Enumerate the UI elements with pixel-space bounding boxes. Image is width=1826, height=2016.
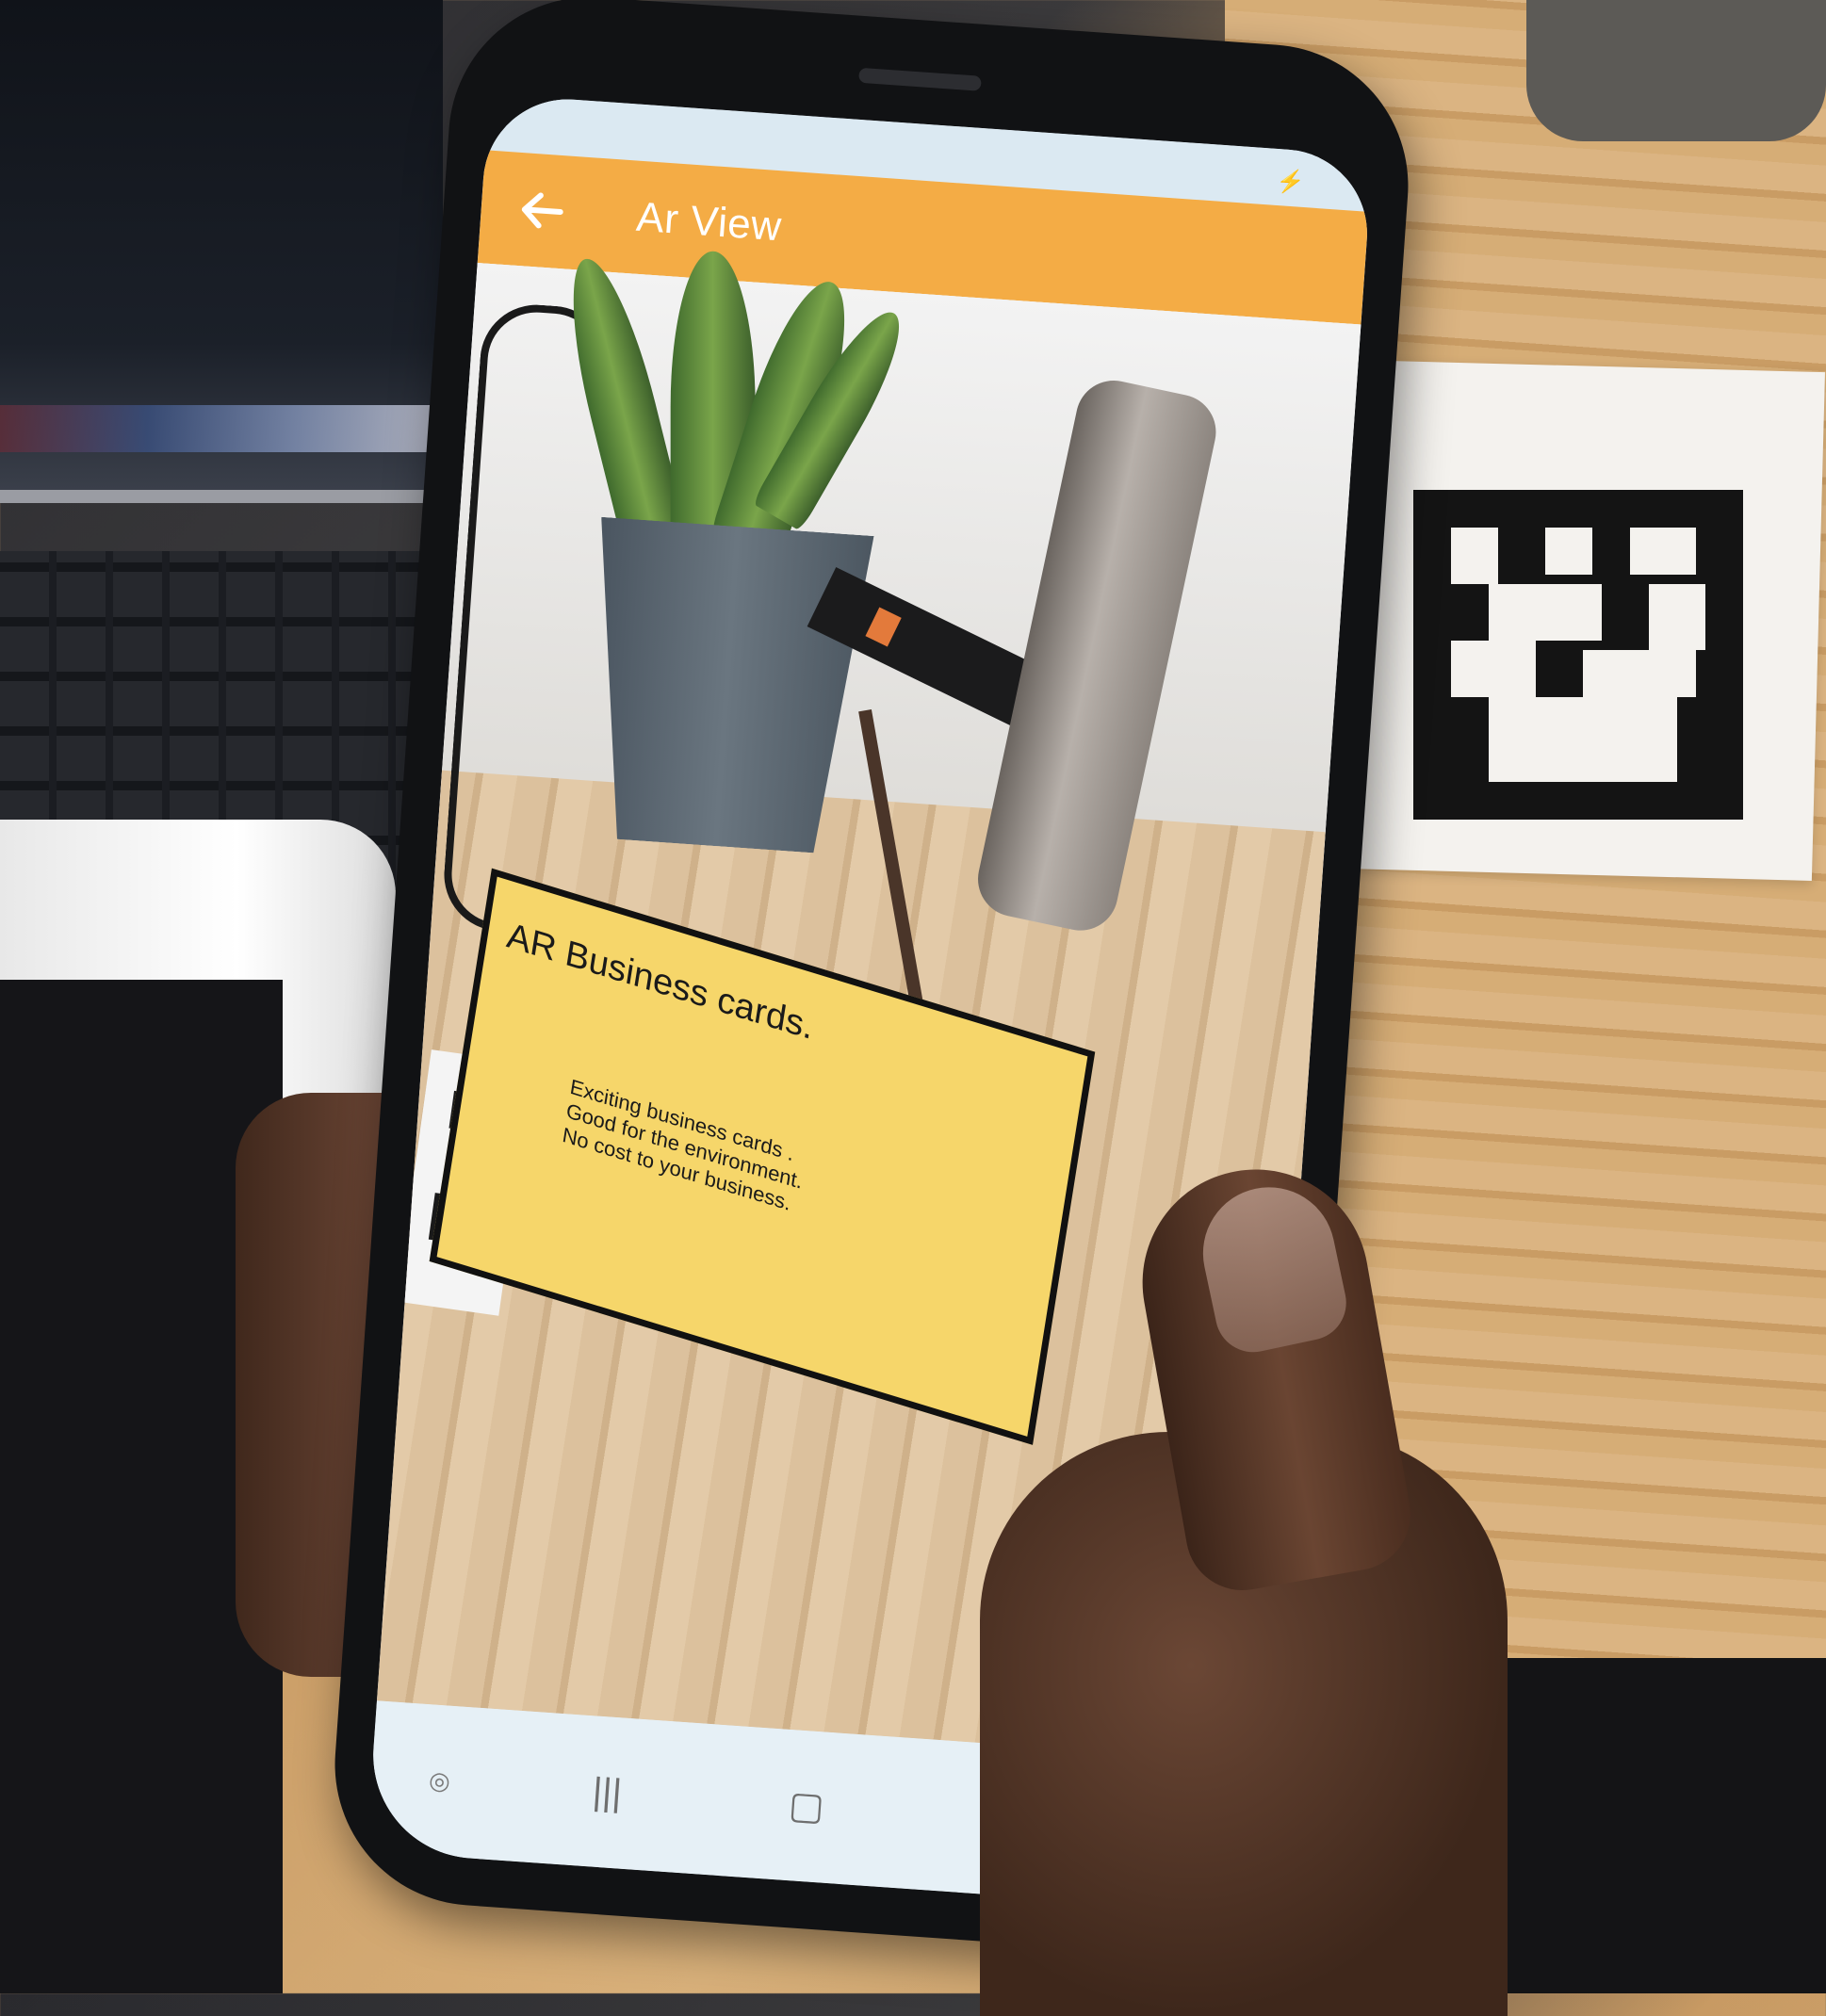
home-button[interactable]: ▢: [761, 1761, 852, 1851]
recents-button[interactable]: |||: [562, 1748, 652, 1838]
laptop-dock: [0, 405, 443, 452]
phone-speaker: [858, 67, 982, 91]
recents-icon: |||: [591, 1770, 624, 1814]
aruco-marker: [1413, 490, 1743, 820]
assistant-icon[interactable]: ◎: [428, 1765, 451, 1797]
back-button[interactable]: [502, 171, 582, 251]
lamp-base: [1526, 0, 1826, 141]
home-icon: ▢: [787, 1784, 826, 1829]
ar-card-body: Exciting business cards . Good for the e…: [561, 1075, 905, 1248]
page-title: Ar View: [634, 193, 784, 251]
arrow-left-icon: [521, 192, 563, 229]
charging-icon: ⚡: [1275, 168, 1306, 196]
